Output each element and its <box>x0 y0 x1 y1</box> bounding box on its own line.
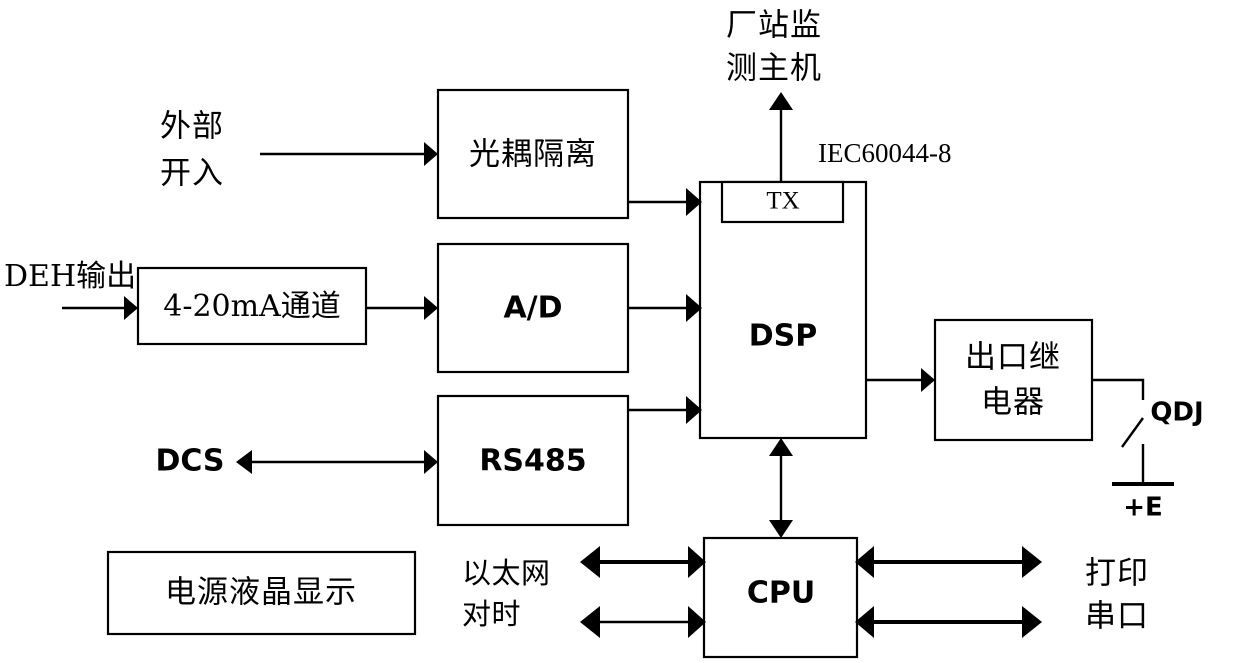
wire-optocoupler-to-dsp <box>628 188 702 216</box>
ethernet-label-line2: 对时 <box>462 597 521 631</box>
wire-cpu-to-print <box>855 546 1042 578</box>
wire-relay-to-qdj-switch <box>1092 378 1174 486</box>
relay-label-line1: 出口继 <box>965 340 1061 376</box>
monitor-host-label-line2: 测主机 <box>726 51 822 87</box>
block-diagram-svg: 光耦隔离 A/D 4-20mA通道 RS485 TX DSP 出口继 电器 CP… <box>4 8 1204 659</box>
diagram-canvas: 光耦隔离 A/D 4-20mA通道 RS485 TX DSP 出口继 电器 CP… <box>0 0 1240 663</box>
wire-ethernet-to-cpu-lower <box>580 606 706 638</box>
dsp-label: DSP <box>749 319 818 354</box>
rs485-label: RS485 <box>479 444 586 479</box>
wire-cpu-to-serial-port <box>855 606 1042 638</box>
wire-tx-to-monitor-host <box>769 92 793 182</box>
relay-label-line2: 电器 <box>981 385 1045 421</box>
iec-standard-label: IEC60044-8 <box>818 138 951 168</box>
power-lcd-label: 电源液晶显示 <box>165 575 357 611</box>
wire-channel-to-ad <box>366 296 438 320</box>
plus-e-label: +E <box>1123 493 1163 523</box>
deh-output-label: DEH输出 <box>4 259 136 294</box>
print-label: 打印 <box>1085 556 1149 592</box>
wire-rs485-to-dsp <box>628 396 702 424</box>
wire-dcs-to-rs485 <box>236 450 438 474</box>
external-input-label-line1: 外部 <box>160 109 224 145</box>
external-input-label-line2: 开入 <box>160 156 224 192</box>
relay-box <box>933 318 1094 442</box>
ethernet-label-line1: 以太网 <box>462 556 551 590</box>
wire-external-input-to-optocoupler <box>260 142 438 166</box>
serial-port-label: 串口 <box>1085 599 1149 635</box>
cpu-label: CPU <box>747 576 815 611</box>
monitor-host-label-line1: 厂站监 <box>726 8 822 44</box>
wire-dsp-to-relay <box>866 368 935 392</box>
ad-label: A/D <box>503 291 562 326</box>
wire-deh-to-channel <box>62 296 138 320</box>
wire-ad-to-dsp <box>628 294 702 322</box>
dcs-label: DCS <box>155 444 224 479</box>
optocoupler-label: 光耦隔离 <box>469 137 597 173</box>
channel-420ma-label: 4-20mA通道 <box>163 289 341 324</box>
wire-ethernet-to-cpu-upper <box>580 546 706 578</box>
wire-dsp-to-cpu <box>769 438 793 538</box>
qdj-label: QDJ <box>1150 398 1203 428</box>
tx-label: TX <box>766 188 799 215</box>
